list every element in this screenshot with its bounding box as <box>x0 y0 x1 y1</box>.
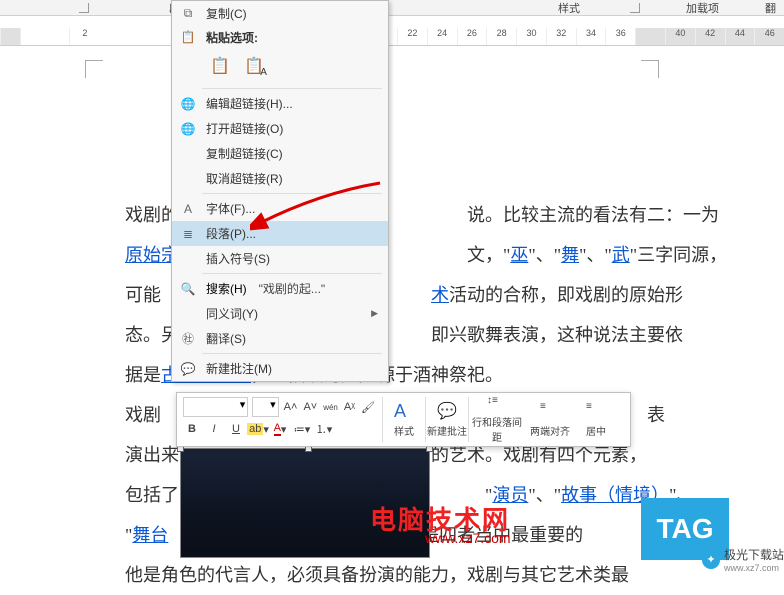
font-icon: A <box>178 200 198 218</box>
menu-paste-options-header: 📋 粘贴选项: <box>172 26 388 48</box>
translate-icon: ㊓ <box>178 330 198 348</box>
underline-btn[interactable]: U <box>227 420 245 438</box>
menu-search[interactable]: 🔍 搜索(H) "戏剧的起..." <box>172 276 388 301</box>
new-comment-btn[interactable]: 💬 新建批注 <box>426 393 468 446</box>
clear-format-btn[interactable]: Aᵡ <box>343 398 356 416</box>
format-painter-btn[interactable]: 🖌 <box>360 398 376 416</box>
styles-btn[interactable]: A 样式 <box>383 393 425 446</box>
menu-open-hyperlink[interactable]: 🌐 打开超链接(O) <box>172 116 388 141</box>
site-logo: ✦ 极光下载站 www.xz7.com <box>702 546 784 573</box>
menu-edit-hyperlink[interactable]: 🌐 编辑超链接(H)... <box>172 91 388 116</box>
menu-cancel-hyperlink[interactable]: 取消超链接(R) <box>172 166 388 191</box>
link-wu3[interactable]: 武 <box>612 245 630 265</box>
line-spacing-btn[interactable]: ↕≡ 行和段落间距 <box>469 393 525 446</box>
clipboard-icon: 📋 <box>178 28 198 46</box>
menu-copy-hyperlink[interactable]: 复制超链接(C) <box>172 141 388 166</box>
bold-btn[interactable]: B <box>183 420 201 438</box>
center-btn[interactable]: ≡ 居中 <box>575 393 617 446</box>
style-group-label: 样式 <box>558 0 580 16</box>
translate-tab[interactable]: 翻 <box>765 0 776 16</box>
phonetic-guide-btn[interactable]: wén <box>322 398 339 416</box>
link-art[interactable]: 术 <box>431 285 449 305</box>
font-size-select[interactable]: ▾ <box>252 397 278 417</box>
menu-synonyms[interactable]: 同义词(Y) ▶ <box>172 301 388 326</box>
open-link-icon: 🌐 <box>178 120 198 138</box>
menu-translate[interactable]: ㊓ 翻译(S) <box>172 326 388 351</box>
paste-option-keep-source[interactable]: 📋 <box>206 52 234 80</box>
paragraph-icon: ≣ <box>178 225 198 243</box>
context-menu: ⧉ 复制(C) 📋 粘贴选项: 📋 📋A 🌐 编辑超链接(H)... 🌐 打开超… <box>171 0 389 382</box>
increase-font-btn[interactable]: A˄ <box>283 398 299 416</box>
horizontal-ruler[interactable]: 2 20 22 24 26 28 30 32 34 36 40 42 44 46 <box>0 28 784 46</box>
logo-icon: ✦ <box>702 551 720 569</box>
bullets-btn[interactable]: ≔▾ <box>293 420 311 438</box>
fontcolor-btn[interactable]: A▾ <box>271 420 289 438</box>
highlight-btn[interactable]: ab▾ <box>249 420 267 438</box>
page-margin-corner-tl <box>85 60 103 78</box>
copy-icon: ⧉ <box>178 5 198 23</box>
menu-new-comment[interactable]: 💬 新建批注(M) <box>172 356 388 381</box>
menu-insert-symbol[interactable]: 插入符号(S) <box>172 246 388 271</box>
menu-copy[interactable]: ⧉ 复制(C) <box>172 1 388 26</box>
comment-icon: 💬 <box>178 360 198 378</box>
ribbon-strip: 段 样式 加载项 翻 <box>0 0 784 16</box>
link-wu1[interactable]: 巫 <box>510 245 528 265</box>
menu-font[interactable]: A 字体(F)... <box>172 196 388 221</box>
link-stage[interactable]: 舞台 <box>132 525 168 545</box>
page-margin-corner-tr <box>641 60 659 78</box>
search-icon: 🔍 <box>178 280 198 298</box>
menu-paragraph[interactable]: ≣ 段落(P)... <box>172 221 388 246</box>
globe-link-icon: 🌐 <box>178 95 198 113</box>
paragraph-group-launcher[interactable] <box>79 3 89 13</box>
italic-btn[interactable]: I <box>205 420 223 438</box>
submenu-arrow-icon: ▶ <box>371 308 378 319</box>
watermark-url: www.xz7.com <box>425 530 511 546</box>
numbering-btn[interactable]: ⒈▾ <box>315 420 333 438</box>
paste-option-text-only[interactable]: 📋A <box>240 52 268 80</box>
style-group-launcher[interactable] <box>630 3 640 13</box>
addins-tab[interactable]: 加载项 <box>686 0 719 16</box>
justify-btn[interactable]: ≡ 两端对齐 <box>525 393 575 446</box>
font-family-select[interactable]: ▾ <box>183 397 248 417</box>
link-wu2[interactable]: 舞 <box>561 245 579 265</box>
decrease-font-btn[interactable]: A˅ <box>302 398 318 416</box>
mini-toolbar: ▾ ▾ A˄ A˅ wén Aᵡ 🖌 B I U ab▾ A▾ ≔▾ ⒈▾ A … <box>176 392 631 447</box>
